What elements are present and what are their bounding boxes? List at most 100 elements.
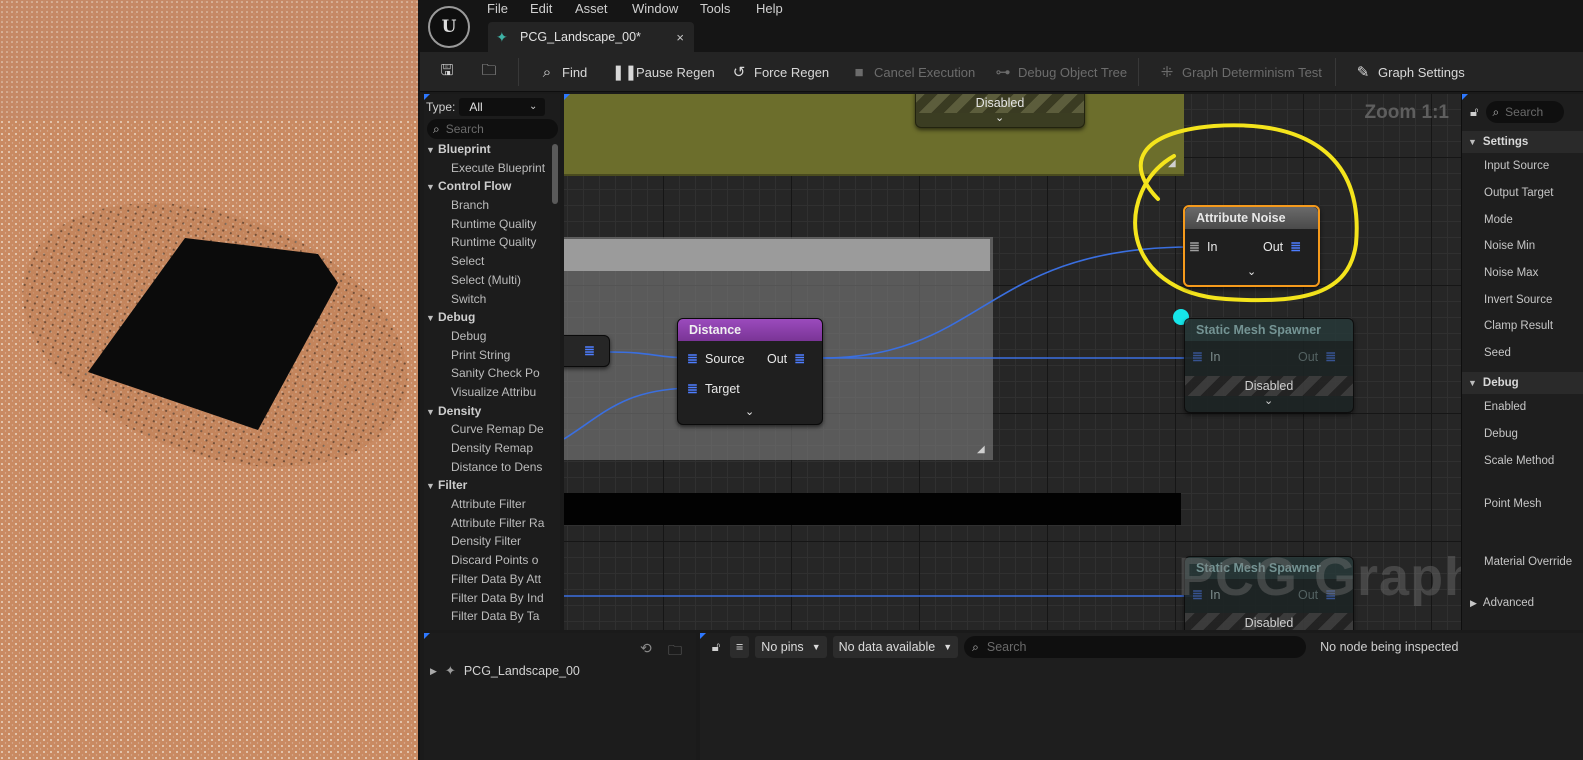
output-pin-icon[interactable]: ≣ xyxy=(583,343,596,359)
outliner-item[interactable]: ▶ ✦ PCG_Landscape_00 xyxy=(430,663,580,679)
details-property-row[interactable]: Enabled xyxy=(1484,401,1526,413)
noise-out-pin-row[interactable]: Out ≣ xyxy=(1263,239,1302,255)
details-property-row[interactable]: Debug xyxy=(1484,428,1518,440)
palette-item[interactable]: Branch xyxy=(426,196,550,215)
details-property-row[interactable]: Invert Source xyxy=(1484,294,1552,306)
caret-right-icon[interactable]: ▶ xyxy=(430,666,437,677)
palette-item[interactable]: Runtime Quality xyxy=(426,215,550,234)
source-pin-row[interactable]: ≣ Source xyxy=(686,351,745,367)
distance-node[interactable]: Distance ≣ Source Out ≣ ≣ Target ⌄ xyxy=(677,318,823,425)
menu-tools[interactable]: Tools xyxy=(700,1,730,16)
offscreen-node[interactable]: ≣ xyxy=(564,335,610,367)
palette-item[interactable]: Filter Data By Ta xyxy=(426,607,550,626)
jump-to-icon[interactable]: ⟲ xyxy=(640,640,652,657)
palette-item[interactable]: Attribute Filter Ra xyxy=(426,514,550,533)
distance-out-pin-icon[interactable]: ≣ xyxy=(793,351,806,367)
palette-search[interactable]: ⌕ xyxy=(427,119,558,139)
chevron-down-icon[interactable]: ⌄ xyxy=(995,111,1004,124)
spawner-in-pin-row[interactable]: ≣ In xyxy=(1191,349,1220,365)
details-property-row[interactable]: Material Override xyxy=(1484,556,1572,568)
distance-out-pin-row[interactable]: Out ≣ xyxy=(767,351,806,367)
save-button[interactable]: 🖫 xyxy=(438,52,456,92)
palette-item[interactable]: Visualize Attribu xyxy=(426,383,550,402)
palette-category[interactable]: ▼ Debug xyxy=(426,308,550,327)
details-property-row[interactable]: Input Source xyxy=(1484,160,1549,172)
data-dropdown[interactable]: No data available ▼ xyxy=(832,636,959,658)
lock-icon[interactable]: 🔓︎ xyxy=(1470,104,1478,120)
menu-window[interactable]: Window xyxy=(632,1,678,16)
details-search-input[interactable] xyxy=(1505,105,1562,119)
spawner-out-pin-icon[interactable]: ≣ xyxy=(1324,349,1337,365)
settings-category[interactable]: ▼ Settings xyxy=(1462,131,1583,153)
inspector-search-input[interactable] xyxy=(986,640,1287,654)
level-viewport[interactable] xyxy=(0,0,418,760)
palette-item[interactable]: Attribute Filter xyxy=(426,495,550,514)
palette-item[interactable]: Select (Multi) xyxy=(426,271,550,290)
graph-canvas[interactable]: ◢ ◢ Disabled ⌄ ≣ Distance ≣ Source Out ≣… xyxy=(564,94,1461,630)
palette-category[interactable]: ▼ Filter xyxy=(426,476,550,495)
menu-asset[interactable]: Asset xyxy=(575,1,608,16)
folder-search-icon[interactable]: 🗀 xyxy=(668,640,682,664)
cancel-execution-button[interactable]: ■ Cancel Execution xyxy=(850,52,975,92)
palette-scrollbar[interactable] xyxy=(552,144,558,204)
details-property-row[interactable]: Clamp Result xyxy=(1484,320,1553,332)
target-pin-row[interactable]: ≣ Target xyxy=(686,381,740,397)
palette-item[interactable]: Curve Remap De xyxy=(426,420,550,439)
target-pin-icon[interactable]: ≣ xyxy=(686,381,699,397)
palette-item[interactable]: Filter Data By Ind xyxy=(426,589,550,608)
palette-item[interactable]: Select xyxy=(426,252,550,271)
spawner-out-pin-row[interactable]: Out ≣ xyxy=(1298,349,1337,365)
palette-item[interactable]: Execute Blueprint xyxy=(426,159,550,178)
chevron-down-icon[interactable]: ⌄ xyxy=(1264,394,1273,407)
pause-regen-button[interactable]: ❚❚ Pause Regen xyxy=(612,52,715,92)
menu-edit[interactable]: Edit xyxy=(530,1,552,16)
palette-item[interactable]: Print String xyxy=(426,346,550,365)
debug-category[interactable]: ▼ Debug xyxy=(1462,372,1583,394)
force-regen-button[interactable]: ↺ Force Regen xyxy=(730,52,829,92)
noise-in-pin-row[interactable]: ≣ In xyxy=(1188,239,1217,255)
tab-pcg-landscape[interactable]: ✦ PCG_Landscape_00* × xyxy=(488,22,694,52)
palette-item[interactable]: Distance to Dens xyxy=(426,458,550,477)
menu-help[interactable]: Help xyxy=(756,1,783,16)
top-disabled-node[interactable]: Disabled ⌄ xyxy=(915,94,1085,128)
inspector-search[interactable]: ⌕ xyxy=(964,636,1307,658)
details-property-row[interactable]: Output Target xyxy=(1484,187,1553,199)
spawner-in-pin-icon[interactable]: ≣ xyxy=(1191,349,1204,365)
close-icon[interactable]: × xyxy=(676,30,684,45)
unreal-logo-icon[interactable]: U xyxy=(428,6,470,48)
source-pin-icon[interactable]: ≣ xyxy=(686,351,699,367)
palette-search-input[interactable] xyxy=(445,122,546,136)
static-mesh-spawner-node[interactable]: Static Mesh Spawner ≣ In Out ≣ Disabled … xyxy=(1184,318,1354,413)
browse-button[interactable]: 🗀 xyxy=(480,52,498,92)
attribute-noise-node[interactable]: Attribute Noise ≣ In Out ≣ ⌄ xyxy=(1183,205,1320,287)
type-dropdown[interactable]: All ⌄ xyxy=(459,98,546,116)
graph-determinism-test-button[interactable]: ⁜ Graph Determinism Test xyxy=(1158,52,1322,92)
find-button[interactable]: ⌕ Find xyxy=(538,52,588,92)
palette-category[interactable]: ▼ Blueprint xyxy=(426,140,550,159)
chevron-down-icon[interactable]: ⌄ xyxy=(745,405,754,418)
details-property-row[interactable]: Noise Max xyxy=(1484,267,1538,279)
details-search[interactable]: ⌕ xyxy=(1486,101,1565,123)
noise-out-pin-icon[interactable]: ≣ xyxy=(1289,239,1302,255)
details-property-row[interactable]: Mode xyxy=(1484,214,1513,226)
noise-in-pin-icon[interactable]: ≣ xyxy=(1188,239,1201,255)
graph-settings-button[interactable]: ✎ Graph Settings xyxy=(1354,52,1465,92)
details-property-row[interactable]: Noise Min xyxy=(1484,240,1535,252)
lock-icon[interactable]: 🔓︎ xyxy=(708,639,724,655)
filter-button[interactable]: ≡ xyxy=(730,636,750,658)
palette-item[interactable]: Discard Points o xyxy=(426,551,550,570)
details-property-row[interactable]: Seed xyxy=(1484,347,1511,359)
details-property-row[interactable]: Point Mesh xyxy=(1484,498,1542,510)
palette-item[interactable]: Filter Data By Att xyxy=(426,570,550,589)
palette-category[interactable]: ▼ Density xyxy=(426,402,550,421)
menu-file[interactable]: File xyxy=(487,1,508,16)
details-property-row[interactable]: Scale Method xyxy=(1484,455,1554,467)
palette-item[interactable]: Sanity Check Po xyxy=(426,364,550,383)
chevron-down-icon[interactable]: ⌄ xyxy=(1247,265,1256,278)
palette-category[interactable]: ▼ Control Flow xyxy=(426,177,550,196)
palette-item[interactable]: Density Filter xyxy=(426,532,550,551)
palette-item[interactable]: Runtime Quality xyxy=(426,233,550,252)
palette-item[interactable]: Density Remap xyxy=(426,439,550,458)
debug-object-tree-button[interactable]: ⊶ Debug Object Tree xyxy=(994,52,1128,92)
pins-dropdown[interactable]: No pins ▼ xyxy=(755,636,827,658)
